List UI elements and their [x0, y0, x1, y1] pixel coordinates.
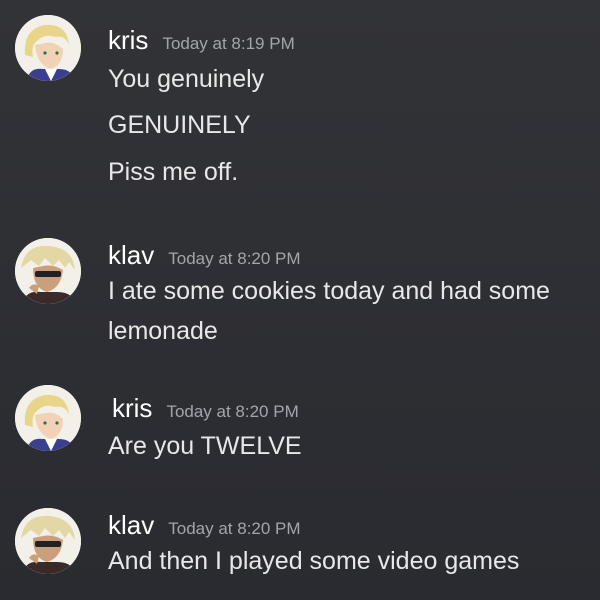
avatar-kris[interactable] — [15, 15, 81, 81]
timestamp: Today at 8:20 PM — [168, 519, 301, 538]
message-header: kris Today at 8:20 PM — [112, 393, 299, 424]
message-header: klav Today at 8:20 PM — [108, 240, 301, 271]
timestamp: Today at 8:20 PM — [168, 249, 301, 268]
avatar-klav[interactable] — [15, 508, 81, 574]
message-header: kris Today at 8:19 PM — [108, 25, 295, 56]
username[interactable]: kris — [112, 393, 152, 423]
message-text: You genuinely — [108, 65, 265, 93]
username[interactable]: klav — [108, 240, 154, 270]
message-text: Are you TWELVE — [108, 432, 302, 460]
message-text: GENUINELY — [108, 111, 251, 139]
timestamp: Today at 8:19 PM — [162, 34, 295, 53]
username[interactable]: kris — [108, 25, 148, 55]
timestamp: Today at 8:20 PM — [166, 402, 299, 421]
message-text: Piss me off. — [108, 158, 239, 186]
avatar-klav[interactable] — [15, 238, 81, 304]
message-text: And then I played some video games — [108, 547, 520, 575]
username[interactable]: klav — [108, 510, 154, 540]
chat-log: kris Today at 8:19 PM You genuinely GENUI… — [0, 0, 600, 600]
message-text: I ate some cookies today and had some — [108, 277, 550, 305]
message-text: lemonade — [108, 317, 218, 345]
message-header: klav Today at 8:20 PM — [108, 510, 301, 541]
avatar-kris[interactable] — [15, 385, 81, 451]
